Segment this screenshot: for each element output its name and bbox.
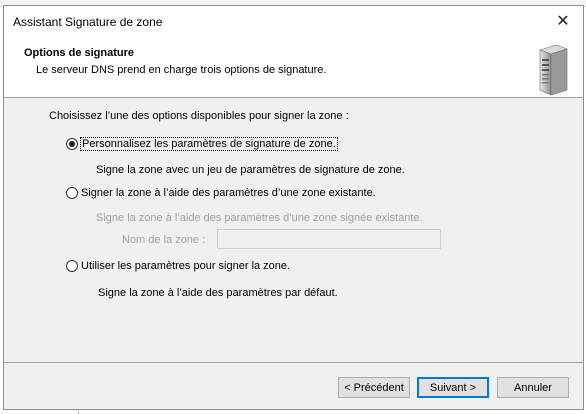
page-subtitle: Le serveur DNS prend en charge trois opt… — [36, 64, 327, 76]
option-custom-settings-label[interactable]: Personnalisez les paramètres de signatur… — [80, 137, 338, 151]
radio-existing-zone[interactable] — [66, 187, 78, 199]
wizard-header: Options de signature Le serveur DNS pren… — [4, 37, 583, 98]
window-title: Assistant Signature de zone — [13, 15, 163, 29]
next-button[interactable]: Suivant > — [417, 377, 489, 398]
close-icon: ✕ — [556, 13, 570, 30]
option-existing-zone-description: Signe la zone à l’aide des paramètres d’… — [96, 212, 423, 224]
option-default-settings-description: Signe la zone à l’aide des paramètres pa… — [98, 287, 338, 299]
radio-custom-settings[interactable] — [66, 138, 78, 150]
server-icon — [539, 44, 568, 96]
title-bar: Assistant Signature de zone ✕ — [4, 6, 583, 37]
signature-wizard-dialog: Assistant Signature de zone ✕ Options de… — [3, 5, 584, 410]
radio-default-settings[interactable] — [66, 260, 78, 272]
option-custom-settings-description: Signe la zone avec un jeu de paramètres … — [96, 164, 405, 176]
intro-text: Choisissez l’une des options disponibles… — [49, 110, 349, 122]
zone-name-field[interactable] — [217, 229, 441, 249]
back-button[interactable]: < Précédent — [338, 377, 410, 398]
page-title: Options de signature — [24, 47, 135, 59]
option-default-settings-label[interactable]: Utiliser les paramètres pour signer la z… — [81, 260, 290, 272]
option-custom-settings[interactable]: Personnalisez les paramètres de signatur… — [66, 137, 338, 151]
option-existing-zone[interactable]: Signer la zone à l’aide des paramètres d… — [66, 187, 376, 199]
zone-name-label: Nom de la zone : — [122, 234, 206, 246]
footer-separator — [4, 362, 583, 363]
close-button[interactable]: ✕ — [543, 6, 583, 36]
option-default-settings[interactable]: Utiliser les paramètres pour signer la z… — [66, 260, 290, 272]
option-existing-zone-label[interactable]: Signer la zone à l’aide des paramètres d… — [81, 187, 376, 199]
cancel-button[interactable]: Annuler — [497, 377, 569, 398]
